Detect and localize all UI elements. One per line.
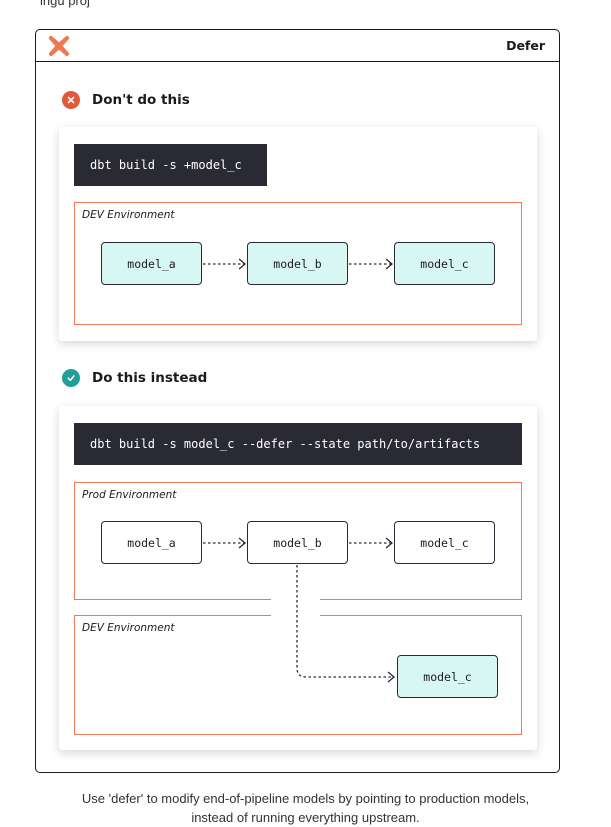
env-border-gap: [271, 597, 320, 619]
caption-line-2: instead of running everything upstream.: [191, 810, 420, 825]
caption-line-1: Use 'defer' to modify end-of-pipeline mo…: [81, 791, 530, 806]
figure-caption: Use 'defer' to modify end-of-pipeline mo…: [0, 789, 611, 827]
do-connectors: [203, 537, 396, 683]
defer-arrow-b-to-dev-c: [296, 565, 394, 678]
